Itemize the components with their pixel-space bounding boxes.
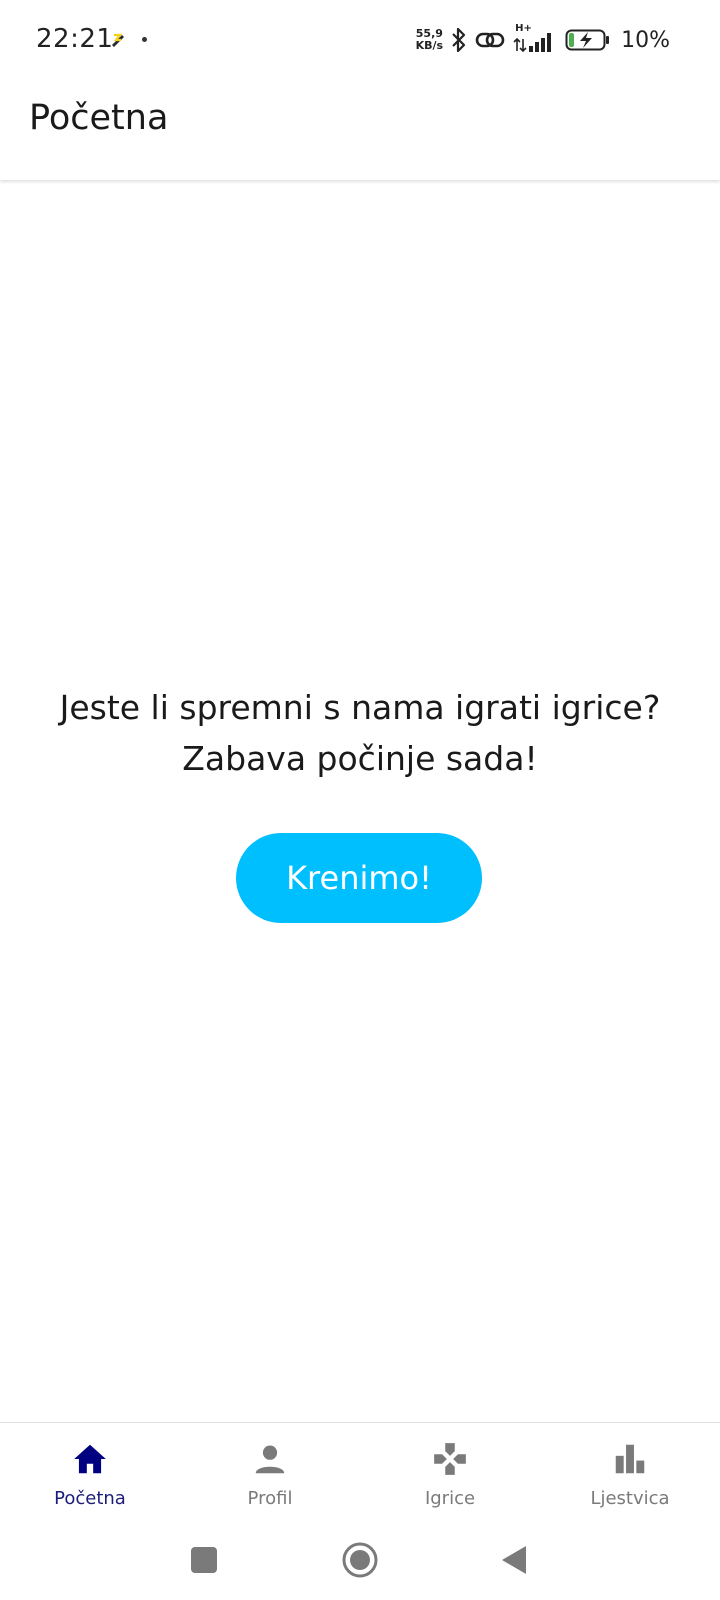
status-bar: 22:21 55,9 KB/s H+ 10% [0,0,720,80]
welcome-message: Jeste li spremni s nama igrati igrice? Z… [0,682,720,784]
nav-item-ljestvica[interactable]: Ljestvica [540,1423,720,1530]
person-icon [255,1445,285,1474]
link-icon [475,32,505,48]
nav-label-pocetna: Početna [54,1488,126,1509]
app-bar: Početna [0,80,720,180]
status-icons: 55,9 KB/s H+ 10% [416,22,670,58]
net-speed-unit: KB/s [415,39,444,52]
gamepad-icon [434,1443,466,1475]
recents-square-icon [191,1547,217,1573]
battery-charging-icon [565,29,610,51]
page-title: Početna [29,98,169,138]
start-button[interactable]: Krenimo! [236,833,482,923]
nav-label-profil: Profil [247,1488,293,1509]
battery-percent: 10% [621,27,670,53]
nav-item-igrice[interactable]: Igrice [360,1423,540,1530]
back-triangle-icon [502,1546,526,1574]
recents-button[interactable] [184,1540,224,1580]
home-button[interactable] [340,1540,380,1580]
signal-icon [513,33,552,53]
back-button[interactable] [494,1540,534,1580]
bottom-nav: Početna Profil Igrice Ljestvica [0,1422,720,1530]
status-time: 22:21 [36,24,114,54]
bluetooth-icon [452,27,466,53]
notification-icon [112,33,124,47]
status-dot [142,37,147,42]
nav-label-igrice: Igrice [424,1488,476,1509]
nav-item-profil[interactable]: Profil [180,1423,360,1530]
leaderboard-icon [615,1444,645,1474]
signal-group: H+ [513,23,557,55]
welcome-line-1: Jeste li spremni s nama igrati igrice? [59,688,661,727]
home-icon [74,1444,106,1474]
net-speed: 55,9 KB/s [416,28,443,52]
screen: 22:21 55,9 KB/s H+ 10% Početna Jeste li … [0,0,720,1600]
nav-label-ljestvica: Ljestvica [590,1488,670,1509]
home-circle-icon [342,1542,378,1578]
nav-item-pocetna[interactable]: Početna [0,1423,180,1530]
welcome-line-2: Zabava počinje sada! [182,739,538,778]
system-nav-bar [0,1530,720,1600]
